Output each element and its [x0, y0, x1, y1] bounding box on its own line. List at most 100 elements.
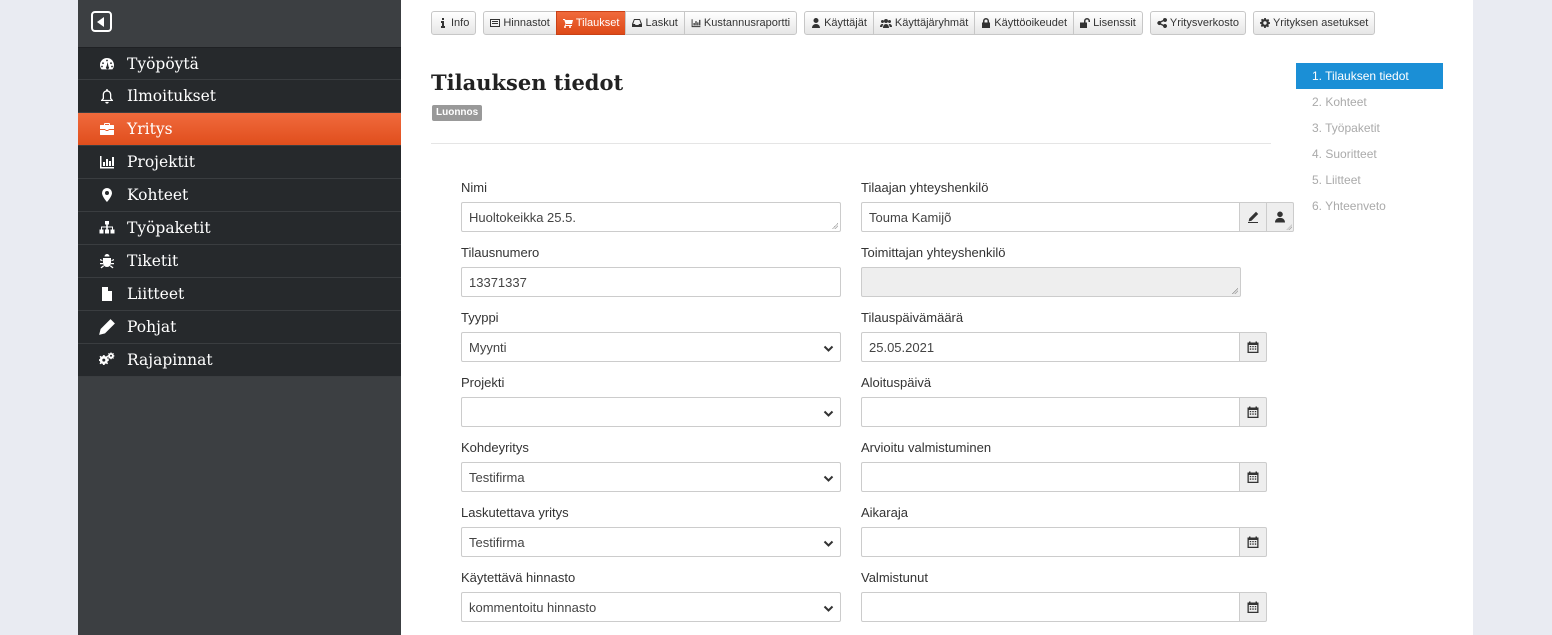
- main-panel: Info Hinnastot Tilaukset Laskut Kustannu…: [401, 0, 1473, 635]
- sidebar-item-label: Kohteet: [127, 186, 189, 204]
- sidebar-item-ilmoitukset[interactable]: Ilmoitukset: [78, 80, 401, 113]
- nimi-input[interactable]: Huoltokeikka 25.5.: [461, 202, 841, 232]
- collapse-sidebar-icon[interactable]: [91, 11, 112, 32]
- kayttooikeudet-button-label: Käyttöoikeudet: [994, 17, 1068, 29]
- chevron-down-icon: [823, 472, 834, 483]
- toimittajan-yhteyshenkilo-input: [861, 267, 1241, 297]
- kayttooikeudet-button[interactable]: Käyttöoikeudet: [974, 11, 1075, 35]
- pencil-icon: [98, 318, 116, 336]
- chevron-down-icon: [823, 537, 834, 548]
- field-tilauspaivamaara: Tilauspäivämäärä 25.05.2021: [861, 308, 1267, 373]
- step-yhteenveto[interactable]: 6. Yhteenveto: [1296, 193, 1443, 219]
- tilaajan-yhteyshenkilo-input[interactable]: Touma Kamijõ: [861, 202, 1241, 232]
- field-tilausnumero: Tilausnumero 13371337: [461, 243, 841, 308]
- bar-chart-icon: [98, 153, 116, 171]
- field-tyyppi: Tyyppi Myynti: [461, 308, 841, 373]
- toolbar-group-network: Yritysverkosto: [1149, 11, 1246, 35]
- tilauspaivamaara-value: 25.05.2021: [869, 339, 935, 355]
- toolbar-group-info: Info: [431, 11, 477, 35]
- calendar-button[interactable]: [1240, 592, 1267, 622]
- sidebar-item-yritys[interactable]: Yritys: [78, 113, 401, 146]
- sidebar-item-kohteet[interactable]: Kohteet: [78, 179, 401, 212]
- aikaraja-input[interactable]: [861, 527, 1241, 557]
- tilaajan-yhteyshenkilo-group: Touma Kamijõ: [861, 202, 1294, 232]
- tilaajan-yhteyshenkilo-label: Tilaajan yhteyshenkilö: [861, 180, 989, 195]
- sidebar-item-label: Rajapinnat: [127, 351, 213, 369]
- aloituspaiva-group: [861, 397, 1267, 427]
- page-title: Tilauksen tiedot: [431, 70, 624, 95]
- sidebar-item-label: Projektit: [127, 153, 195, 171]
- laskut-button[interactable]: Laskut: [625, 11, 685, 35]
- arvioitu-valmistuminen-input[interactable]: [861, 462, 1241, 492]
- calendar-button[interactable]: [1240, 397, 1267, 427]
- step-tilauksen-tiedot[interactable]: 1. Tilauksen tiedot: [1296, 63, 1443, 89]
- users-icon: [880, 18, 892, 28]
- nimi-value: Huoltokeikka 25.5.: [469, 209, 576, 225]
- hinnasto-select[interactable]: kommentoitu hinnasto: [461, 592, 841, 622]
- edit-contact-button[interactable]: [1240, 202, 1268, 232]
- tilausnumero-input[interactable]: 13371337: [461, 267, 841, 297]
- kustannusraportti-button[interactable]: Kustannusraportti: [683, 11, 798, 35]
- sidebar-header: [78, 0, 401, 47]
- step-kohteet[interactable]: 2. Kohteet: [1296, 89, 1443, 115]
- step-tyopaketit[interactable]: 3. Työpaketit: [1296, 115, 1443, 141]
- form-column-left: Nimi Huoltokeikka 25.5. Tilausnumero 133…: [461, 178, 841, 633]
- kohdeyritys-value: Testifirma: [469, 469, 525, 485]
- step-liitteet[interactable]: 5. Liitteet: [1296, 167, 1443, 193]
- sidebar-item-label: Yritys: [127, 120, 173, 138]
- divider: [431, 143, 1271, 144]
- calendar-button[interactable]: [1240, 527, 1267, 557]
- valmistunut-group: [861, 592, 1267, 622]
- aikaraja-group: [861, 527, 1267, 557]
- sidebar-item-rajapinnat[interactable]: Rajapinnat: [78, 344, 401, 377]
- sidebar-item-tiketit[interactable]: Tiketit: [78, 245, 401, 278]
- sidebar-item-pohjat[interactable]: Pohjat: [78, 311, 401, 344]
- step-suoritteet[interactable]: 4. Suoritteet: [1296, 141, 1443, 167]
- yrityksen-asetukset-button-label: Yrityksen asetukset: [1272, 17, 1369, 29]
- field-arvioitu-valmistuminen: Arvioitu valmistuminen: [861, 438, 1267, 503]
- toolbar-group-settings: Yrityksen asetukset: [1252, 11, 1376, 35]
- kayttajat-button[interactable]: Käyttäjät: [804, 11, 874, 35]
- info-button[interactable]: Info: [431, 11, 477, 35]
- laskutettava-value: Testifirma: [469, 534, 525, 550]
- laskutettava-select[interactable]: Testifirma: [461, 527, 841, 557]
- bug-icon: [98, 252, 116, 270]
- tilaukset-button[interactable]: Tilaukset: [555, 11, 627, 35]
- calendar-icon: [1247, 601, 1259, 613]
- projekti-select[interactable]: [461, 397, 841, 427]
- sidebar-item-projektit[interactable]: Projektit: [78, 146, 401, 179]
- lisenssit-button[interactable]: Lisenssit: [1073, 11, 1143, 35]
- arvioitu-valmistuminen-group: [861, 462, 1267, 492]
- sidebar-item-tyopaketit[interactable]: Työpaketit: [78, 212, 401, 245]
- calendar-icon: [1247, 536, 1259, 548]
- kohdeyritys-select[interactable]: Testifirma: [461, 462, 841, 492]
- lock-icon: [981, 18, 991, 28]
- sidebar-item-label: Tiketit: [127, 252, 179, 270]
- map-marker-icon: [98, 186, 116, 204]
- inbox-icon: [632, 18, 642, 28]
- sidebar-item-label: Liitteet: [127, 285, 185, 303]
- order-steps: 1. Tilauksen tiedot 2. Kohteet 3. Työpak…: [1296, 63, 1443, 219]
- calendar-button[interactable]: [1240, 462, 1267, 492]
- share-icon: [1157, 18, 1167, 28]
- kayttajaryhmat-button[interactable]: Käyttäjäryhmät: [872, 11, 976, 35]
- yritysverkosto-button-label: Yritysverkosto: [1169, 17, 1239, 29]
- briefcase-icon: [98, 120, 116, 138]
- yritysverkosto-button[interactable]: Yritysverkosto: [1149, 11, 1246, 35]
- aloituspaiva-input[interactable]: [861, 397, 1241, 427]
- sidebar: Työpöytä Ilmoitukset Yritys Projektit Ko…: [78, 0, 401, 635]
- arvioitu-valmistuminen-label: Arvioitu valmistuminen: [861, 440, 992, 455]
- kustannusraportti-button-label: Kustannusraportti: [703, 17, 791, 29]
- field-tilaajan-yhteyshenkilo: Tilaajan yhteyshenkilö Touma Kamijõ: [861, 178, 1294, 243]
- valmistunut-input[interactable]: [861, 592, 1241, 622]
- tyyppi-select[interactable]: Myynti: [461, 332, 841, 362]
- calendar-icon: [1247, 471, 1259, 483]
- yrityksen-asetukset-button[interactable]: Yrityksen asetukset: [1252, 11, 1376, 35]
- hinnastot-button[interactable]: Hinnastot: [483, 11, 557, 35]
- tilauspaivamaara-input[interactable]: 25.05.2021: [861, 332, 1241, 362]
- calendar-icon: [1247, 406, 1259, 418]
- calendar-button[interactable]: [1240, 332, 1267, 362]
- sidebar-item-tyopoyta[interactable]: Työpöytä: [78, 47, 401, 80]
- sidebar-item-liitteet[interactable]: Liitteet: [78, 278, 401, 311]
- tilausnumero-label: Tilausnumero: [461, 245, 540, 260]
